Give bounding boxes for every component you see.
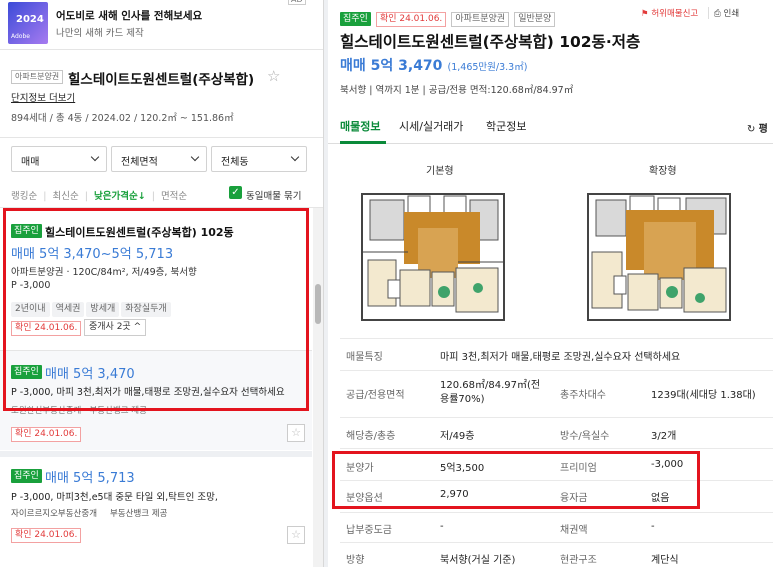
info-value: -: [651, 521, 655, 532]
floorplan-label-basic: 기본형: [426, 166, 454, 177]
highlight-box: [332, 451, 700, 509]
floorplan-basic-image[interactable]: [348, 182, 518, 327]
trade-badge: 일반분양: [514, 12, 556, 27]
scrollbar-track[interactable]: [313, 208, 323, 567]
detail-tabs: 매물정보 시세/실거래가 학군정보 ↻ 평: [328, 108, 773, 144]
info-label: 납부중도금: [346, 525, 392, 536]
trade-type-value: 매매: [21, 157, 40, 168]
table-divider: [340, 542, 773, 543]
same-listing-label: 동일매물 묶기: [246, 191, 302, 202]
info-label: 해당층/총층: [346, 431, 396, 442]
detail-price-value: 매매 5억 3,470: [340, 58, 443, 74]
table-divider: [340, 370, 773, 371]
table-divider: [340, 448, 773, 449]
info-label: 총주차대수: [560, 390, 606, 401]
tab-active-indicator: [340, 141, 386, 144]
report-button[interactable]: ⚑ 허위매물신고: [641, 7, 698, 19]
info-value: 마피 3천,최저가 매물,태평로 조망권,실수요자 선택하세요: [440, 352, 681, 363]
highlight-box: [3, 208, 309, 411]
scrollbar-thumb[interactable]: [315, 284, 321, 324]
report-label: 허위매물신고: [651, 9, 699, 19]
sort-latest[interactable]: 최신순: [53, 191, 79, 202]
info-label: 매물특징: [346, 352, 383, 363]
refresh-icon: ↻: [747, 124, 756, 135]
area-unit-toggle[interactable]: ↻ 평: [747, 120, 768, 135]
ad-thumb-text: 2024: [16, 14, 44, 25]
direct-owner-badge: 집주인: [340, 12, 371, 26]
complex-type-badge: 아파트분양권: [11, 70, 64, 84]
ad-subtitle: 나만의 새해 카드 제작: [56, 28, 144, 39]
ad-title: 어도비로 새해 인사를 전해보세요: [56, 10, 203, 22]
ad-thumbnail: 2024 Adobe: [8, 2, 48, 44]
chevron-down-icon: [290, 152, 300, 162]
tab-market-price[interactable]: 시세/실거래가: [399, 118, 463, 134]
print-button[interactable]: ⎙ 인쇄: [708, 7, 739, 19]
detail-panel: 집주인 확인 24.01.06. 아파트분양권 일반분양 ⚑ 허위매물신고 ⎙ …: [328, 0, 773, 567]
info-value: 계단식: [651, 555, 679, 566]
table-divider: [340, 417, 773, 418]
confirm-date-badge: 확인 24.01.06.: [11, 528, 82, 543]
info-label: 공급/전용면적: [346, 390, 405, 401]
siren-icon: ⚑: [641, 9, 649, 19]
complex-summary: 894세대 / 총 4동 / 2024.02 / 120.2㎡ ~ 151.86…: [11, 113, 234, 124]
chevron-down-icon: [90, 152, 100, 162]
detail-price: 매매 5억 3,470 (1,465만원/3.3㎡): [340, 55, 527, 75]
favorite-star-icon[interactable]: ☆: [287, 526, 305, 544]
area-unit-label: 평: [758, 124, 768, 135]
ad-banner[interactable]: 2024 Adobe 어도비로 새해 인사를 전해보세요 나만의 새해 카드 제…: [0, 0, 323, 50]
floorplan-label-extended: 확장형: [649, 166, 677, 177]
info-value: 저/49층: [440, 431, 475, 442]
info-label: 방수/욕실수: [560, 431, 610, 442]
listing-card[interactable]: 집주인 매매 5억 5,713 P -3,000, 마피3천,e5대 중문 타일…: [0, 451, 312, 567]
info-value: -: [440, 521, 444, 532]
table-divider: [340, 512, 773, 513]
confirm-date-badge: 확인 24.01.06.: [375, 12, 447, 27]
detail-sub-info: 북서향 | 역까지 1분 | 공급/전용 면적:120.68㎡/84.97㎡: [340, 85, 574, 96]
sort-bar: 랭킹순 | 최신순 | 낮은가격순↓ | 면적순: [11, 191, 188, 202]
area-select[interactable]: 전체면적: [111, 146, 207, 172]
favorite-star-icon[interactable]: ☆: [267, 67, 280, 85]
listing-panel: 2024 Adobe 어도비로 새해 인사를 전해보세요 나만의 새해 카드 제…: [0, 0, 324, 567]
complex-name: 힐스테이트도원센트럴(주상복합): [68, 72, 255, 88]
tab-listing-info[interactable]: 매물정보: [340, 118, 380, 134]
dong-value: 전체동: [221, 157, 249, 168]
listing-agent: 자이르르지오부동산중개: [11, 509, 98, 519]
trade-type-select[interactable]: 매매: [11, 146, 107, 172]
info-value: 3/2개: [651, 431, 677, 442]
listing-source: 부동산뱅크 제공: [110, 509, 168, 519]
print-icon: ⎙: [714, 9, 721, 19]
sort-area[interactable]: 면적순: [161, 191, 187, 202]
detail-badges: 집주인 확인 24.01.06. 아파트분양권 일반분양: [340, 6, 556, 27]
confirm-date-badge: 확인 24.01.06.: [11, 427, 82, 442]
chevron-down-icon: [190, 152, 200, 162]
adobe-logo: Adobe: [11, 33, 30, 40]
listing-price: 매매 5억 5,713: [45, 471, 135, 486]
sort-ranking[interactable]: 랭킹순: [11, 191, 37, 202]
favorite-star-icon[interactable]: ☆: [287, 424, 305, 442]
print-label: 인쇄: [723, 9, 740, 19]
info-value: 북서향(거실 기준): [440, 555, 516, 566]
info-value: 1239대(세대당 1.38대): [651, 390, 756, 401]
tab-school[interactable]: 학군정보: [486, 118, 526, 134]
dong-select[interactable]: 전체동: [211, 146, 307, 172]
area-value: 전체면적: [121, 157, 158, 168]
divider: [0, 137, 323, 138]
floorplan-extended-image[interactable]: [574, 182, 744, 327]
sort-low-price[interactable]: 낮은가격순↓: [94, 191, 146, 202]
detail-title: 힐스테이트도원센트럴(주상복합) 102동·저층: [340, 33, 641, 51]
listing-desc: P -3,000, 마피3천,e5대 중문 타일 외,탁트인 조망,: [11, 492, 218, 503]
detail-price-per-area: (1,465만원/3.3㎡): [447, 62, 528, 73]
complex-header: 아파트분양권 힐스테이트도원센트럴(주상복합) ☆ 단지정보 더보기 894세대…: [0, 50, 323, 140]
type-badge: 아파트분양권: [451, 12, 510, 27]
table-divider: [340, 338, 773, 339]
ad-mark: AD: [288, 0, 306, 5]
info-label: 현관구조: [560, 555, 597, 566]
same-listing-checkbox[interactable]: ✓: [229, 186, 242, 199]
direct-owner-badge: 집주인: [11, 469, 42, 483]
info-value: 120.68㎡/84.97㎡(전용률70%): [440, 380, 541, 405]
info-label: 채권액: [560, 525, 588, 536]
complex-info-link[interactable]: 단지정보 더보기: [11, 90, 75, 104]
info-label: 방향: [346, 555, 365, 566]
